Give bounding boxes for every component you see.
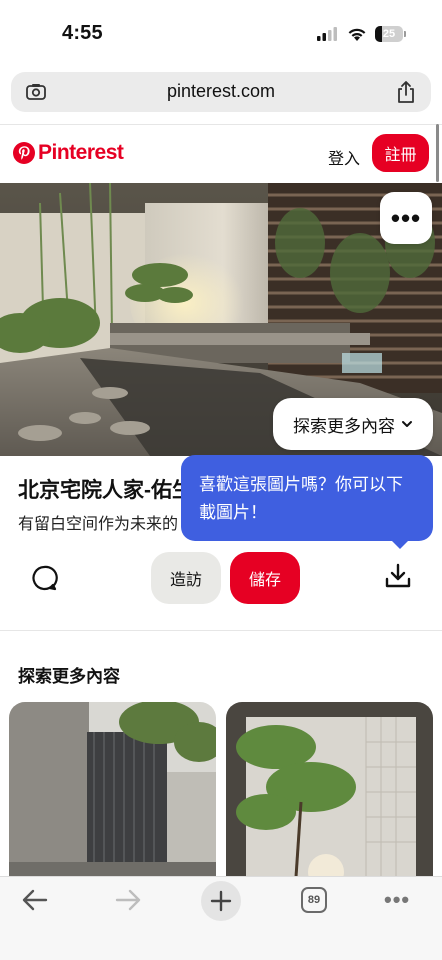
explore-more-label: 探索更多內容 <box>293 416 395 436</box>
save-button[interactable]: 儲存 <box>230 552 300 604</box>
more-menu-button[interactable]: ••• <box>384 887 410 913</box>
more-options-button[interactable]: ••• <box>380 192 432 244</box>
related-pin-card[interactable] <box>9 702 216 877</box>
tooltip-text: 喜歡這張圖片嗎？你可以下載圖片！ <box>199 475 403 522</box>
related-section-title: 探索更多內容 <box>18 667 120 686</box>
related-pin-card[interactable] <box>226 702 433 877</box>
comment-icon[interactable] <box>30 564 58 592</box>
tabs-button[interactable]: 89 <box>301 887 327 913</box>
pinterest-logo-icon <box>13 142 35 164</box>
status-time: 4:55 <box>62 22 103 44</box>
download-icon[interactable] <box>384 562 412 590</box>
forward-arrow-icon[interactable] <box>114 887 142 913</box>
pinterest-logo-text: Pinterest <box>38 141 124 164</box>
visit-button[interactable]: 造訪 <box>151 552 221 604</box>
plus-icon <box>210 890 232 912</box>
login-link[interactable]: 登入 <box>328 145 360 169</box>
browser-toolbar: 89 ••• <box>0 876 442 960</box>
url-text[interactable]: pinterest.com <box>11 81 431 102</box>
battery-icon: 25 <box>375 26 406 42</box>
chevron-down-icon <box>402 421 412 427</box>
explore-more-button[interactable]: 探索更多內容 <box>273 398 433 450</box>
battery-level: 25 <box>382 28 396 40</box>
scrollbar-thumb[interactable] <box>436 124 439 182</box>
pinterest-logo[interactable]: Pinterest <box>13 141 124 165</box>
wifi-icon <box>348 28 366 41</box>
tooltip-arrow <box>390 539 410 549</box>
new-tab-button[interactable] <box>201 881 241 921</box>
battery-body: 25 <box>375 26 403 42</box>
download-tooltip[interactable]: 喜歡這張圖片嗎？你可以下載圖片！ <box>181 455 433 541</box>
pin-description: 有留白空间作为未来的 <box>18 516 179 533</box>
status-bar: 4:55 25 <box>0 0 442 62</box>
back-arrow-icon[interactable] <box>21 887 49 913</box>
address-bar[interactable]: pinterest.com <box>11 72 431 112</box>
status-icons: 25 <box>317 26 406 42</box>
section-divider <box>0 630 442 631</box>
signal-icon <box>317 27 337 41</box>
signup-button[interactable]: 註冊 <box>372 134 429 172</box>
share-icon[interactable] <box>395 80 417 104</box>
